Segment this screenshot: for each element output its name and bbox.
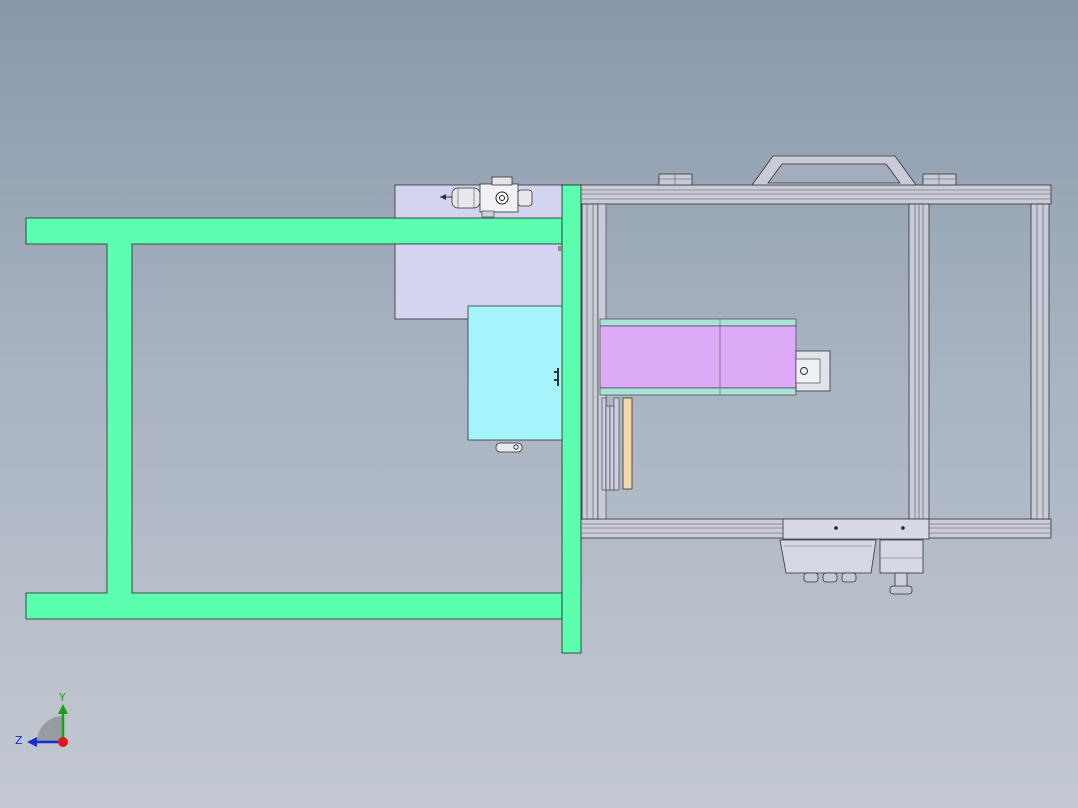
lower-mount-plate[interactable] [782, 518, 930, 540]
connector-block[interactable] [779, 539, 877, 583]
cyan-box[interactable] [467, 305, 563, 441]
rail-2 [605, 405, 611, 491]
triad-y-arrow [58, 704, 68, 714]
hinge-left[interactable] [658, 173, 693, 186]
frame-top-profile [580, 184, 1052, 205]
sensor-plug-body [879, 539, 924, 574]
connector-plug-1 [803, 572, 819, 583]
cad-viewport[interactable]: Y Z [0, 0, 1078, 808]
cylinder-end-cap[interactable] [795, 350, 831, 392]
actuator-top-cap [491, 176, 513, 186]
tan-plate[interactable] [622, 397, 633, 490]
conveyor-rail-bottom [599, 387, 797, 396]
rail-3 [609, 405, 615, 491]
cyan-box-body [467, 305, 563, 441]
actuator-rear [517, 189, 533, 207]
triad-z-label: Z [15, 734, 23, 747]
triad-x-origin [58, 737, 68, 747]
slide-rails[interactable] [601, 397, 620, 491]
hinge-right-body [922, 173, 957, 186]
cyan-box-mark-3 [557, 368, 559, 386]
rail-1 [601, 397, 607, 491]
sensor-plug-nut [889, 585, 913, 595]
triad-quarter-disc [37, 716, 63, 742]
sensor-plug-stem [894, 572, 908, 588]
actuator-barrel [451, 187, 481, 209]
end-cap-inner [795, 358, 821, 384]
connector-plug-2 [822, 572, 838, 583]
conveyor-module[interactable] [599, 318, 797, 396]
connector-block-body [779, 539, 877, 574]
mount-screw-1 [834, 526, 838, 530]
coordinate-triad-icon: Y Z [15, 691, 68, 747]
actuator-port-icon [495, 191, 509, 205]
mount-screw-2 [901, 526, 905, 530]
hinge-right[interactable] [922, 173, 957, 186]
fitting-small[interactable] [495, 442, 523, 453]
mount-plate-body [782, 518, 930, 540]
connector-plug-3 [841, 572, 857, 583]
conveyor-rail-top [599, 318, 797, 327]
triad-z-arrow [27, 737, 37, 747]
handle-cutout [767, 163, 901, 184]
sensor-plug[interactable] [879, 539, 924, 595]
triad-y-label: Y [58, 691, 66, 704]
actuator-bracket [481, 210, 495, 218]
conveyor-belt [599, 325, 797, 389]
carry-handle[interactable] [751, 155, 917, 186]
rail-4 [613, 397, 620, 491]
housing-small-tab [558, 246, 562, 251]
frame-left-post [581, 203, 599, 520]
cad-model-view[interactable]: Y Z [0, 0, 1078, 808]
hinge-left-body [658, 173, 693, 186]
base-frame-vertical-plate [561, 184, 582, 654]
frame-right-post [1030, 203, 1050, 520]
